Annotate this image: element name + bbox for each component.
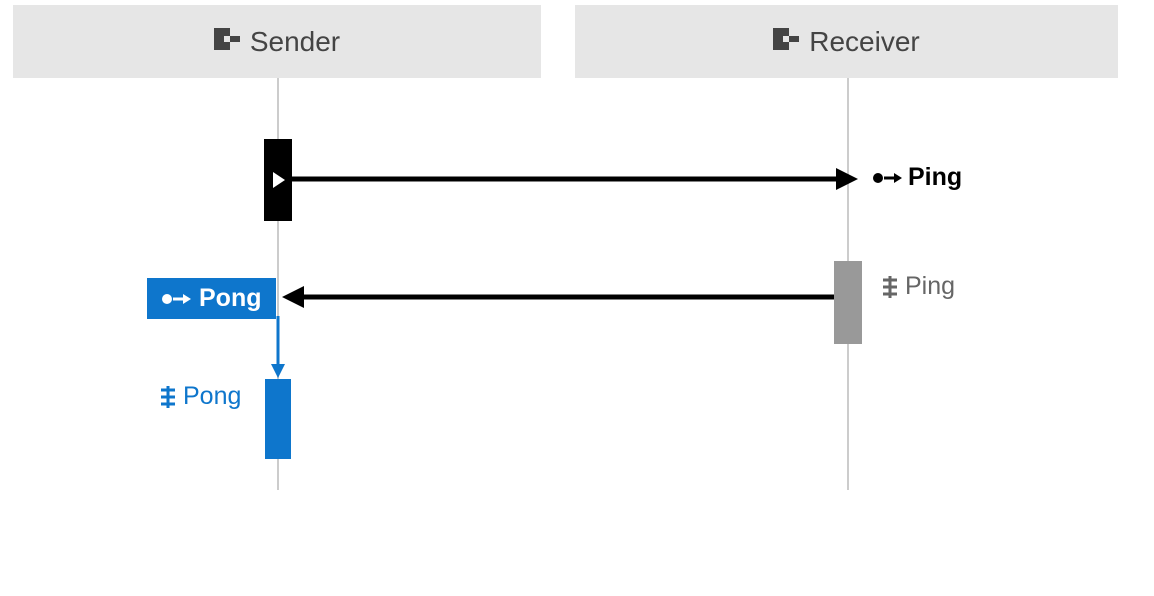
participant-icon — [214, 28, 240, 55]
handler-label-pong: Pong — [159, 382, 241, 411]
message-badge-pong: Pong — [147, 278, 276, 319]
activation-sender-pong — [265, 379, 291, 459]
bullet-arrow-icon — [872, 171, 902, 185]
participant-icon — [773, 28, 799, 55]
stack-icon — [881, 276, 899, 298]
handler-text: Pong — [183, 382, 241, 411]
activation-sender-start — [264, 139, 292, 221]
activation-receiver-ping — [834, 261, 862, 344]
self-arrow-pong — [268, 316, 288, 380]
message-text: Pong — [199, 284, 262, 313]
message-label-ping: Ping — [872, 163, 962, 192]
participant-label: Sender — [250, 26, 340, 58]
participant-label: Receiver — [809, 26, 919, 58]
participant-receiver: Receiver — [575, 5, 1118, 78]
message-arrow-ping — [292, 168, 858, 190]
bullet-arrow-icon — [161, 284, 191, 313]
handler-label-ping: Ping — [881, 272, 955, 301]
stack-icon — [159, 386, 177, 408]
message-arrow-pong — [280, 286, 834, 308]
handler-text: Ping — [905, 272, 955, 301]
message-text: Ping — [908, 163, 962, 192]
participant-sender: Sender — [13, 5, 541, 78]
